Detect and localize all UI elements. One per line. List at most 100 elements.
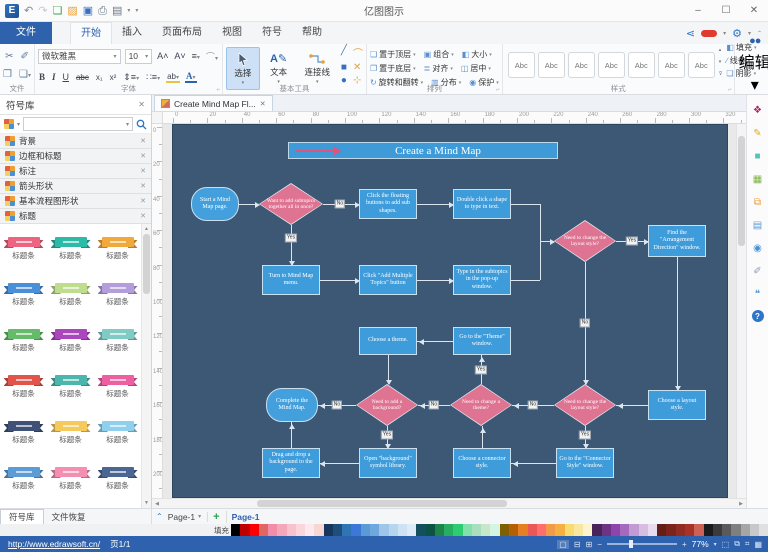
layers-icon[interactable]: ⧉: [751, 195, 765, 209]
flowchart-node-decision[interactable]: Need to add a background?: [356, 384, 418, 426]
panel-tab-file-recovery[interactable]: 文件恢复: [44, 509, 94, 524]
flowchart-node-process[interactable]: Choose a theme.: [359, 327, 417, 355]
symbol-item[interactable]: 标题条: [0, 410, 47, 456]
pan-icon[interactable]: ⌗: [745, 539, 750, 549]
comment-icon[interactable]: ❝: [751, 287, 765, 301]
fill-style-icon[interactable]: ■: [751, 149, 765, 163]
color-swatch[interactable]: [305, 524, 315, 536]
color-swatch[interactable]: [453, 524, 463, 536]
fit-page-icon[interactable]: ⬚: [722, 540, 730, 549]
gear-icon[interactable]: ⚙: [732, 27, 742, 40]
color-swatch[interactable]: [685, 524, 695, 536]
color-swatch[interactable]: [749, 524, 760, 536]
library-close-icon[interactable]: ✕: [140, 137, 146, 145]
color-swatch[interactable]: [657, 524, 667, 536]
color-swatch[interactable]: [231, 524, 241, 536]
page-tab[interactable]: Page-1: [232, 512, 260, 522]
tab-view[interactable]: 视图: [212, 22, 252, 44]
page-selector[interactable]: Page-1 ▾: [168, 511, 209, 522]
document-close-icon[interactable]: ✕: [260, 100, 266, 108]
grow-font-icon[interactable]: A˄: [156, 51, 169, 61]
symbol-item[interactable]: 标题条: [47, 318, 94, 364]
horizontal-scrollbar[interactable]: ◀ ▶: [152, 498, 746, 508]
panel-scrollbar[interactable]: ▲ ▼: [141, 224, 151, 508]
color-swatch[interactable]: [564, 524, 574, 536]
open-file-icon[interactable]: ▨: [67, 4, 77, 18]
file-menu-button[interactable]: 文件: [0, 22, 52, 44]
color-swatch[interactable]: [351, 524, 361, 536]
zoom-level[interactable]: 77%: [692, 539, 709, 549]
color-swatch[interactable]: [323, 524, 333, 536]
library-close-icon[interactable]: ✕: [140, 152, 146, 160]
style-preset-1[interactable]: Abc: [507, 52, 535, 78]
subscript-icon[interactable]: x₁: [95, 73, 104, 82]
color-swatch[interactable]: [527, 524, 537, 536]
edit-button[interactable]: ●● 编辑 ▾: [738, 35, 768, 94]
symbol-item[interactable]: 标题条: [0, 318, 47, 364]
flowchart-title-banner[interactable]: Create a Mind Map: [288, 142, 558, 159]
reading-view-icon[interactable]: ⊟: [574, 540, 581, 549]
symbol-item[interactable]: 标题条: [94, 226, 141, 272]
library-manager-icon[interactable]: [4, 119, 14, 129]
style-preset-4[interactable]: Abc: [597, 52, 625, 78]
symbol-item[interactable]: 标题条: [0, 456, 47, 502]
color-swatch[interactable]: [258, 524, 269, 536]
edrawsoft-link[interactable]: http://www.edrawsoft.cn/: [8, 539, 100, 549]
symbol-search-input[interactable]: ▾: [23, 117, 133, 131]
flowchart-node-process[interactable]: Turn to Mind Map menu.: [262, 265, 320, 295]
symbol-item[interactable]: 标题条: [94, 272, 141, 318]
zoom-in-icon[interactable]: +: [682, 540, 687, 549]
paste-icon[interactable]: ❏▾: [19, 69, 31, 80]
tab-page-layout[interactable]: 页面布局: [152, 22, 212, 44]
minimize-button[interactable]: –: [684, 0, 712, 21]
style-preset-7[interactable]: Abc: [687, 52, 715, 78]
new-file-icon[interactable]: ❏: [52, 4, 62, 18]
normal-view-icon[interactable]: ▢: [557, 539, 569, 549]
curve-tool-icon[interactable]: ⌒: [353, 45, 363, 60]
color-swatch[interactable]: [332, 524, 343, 536]
color-swatch[interactable]: [314, 524, 324, 536]
arrange-center-button[interactable]: ◫ 居中 ▾: [461, 62, 491, 75]
gallery-more-icon[interactable]: ⊽: [719, 71, 723, 77]
zoom-dropdown-icon[interactable]: ▾: [714, 541, 717, 548]
symbol-item[interactable]: 标题条: [94, 410, 141, 456]
color-swatch[interactable]: [573, 524, 584, 536]
pagebar-collapse-icon[interactable]: ⌃: [156, 512, 163, 521]
add-page-button[interactable]: +: [213, 510, 227, 523]
color-swatch[interactable]: [703, 524, 713, 536]
library-row[interactable]: 基本流程图形状 ✕: [0, 194, 151, 209]
cut-icon[interactable]: ✂: [5, 51, 13, 62]
color-swatch[interactable]: [731, 524, 741, 536]
tab-help[interactable]: 帮助: [292, 22, 332, 44]
flowchart-connector[interactable]: [291, 225, 292, 265]
color-swatch[interactable]: [462, 524, 472, 536]
superscript-icon[interactable]: x²: [109, 73, 118, 82]
flowchart-node-process[interactable]: Go to the "Theme" window.: [453, 327, 511, 355]
tab-insert[interactable]: 插入: [112, 22, 152, 44]
style-preset-5[interactable]: Abc: [627, 52, 655, 78]
color-swatch[interactable]: [620, 524, 630, 536]
gallery-up-icon[interactable]: ▴: [719, 47, 723, 53]
flowchart-node-process[interactable]: Double click a shape to type in text.: [453, 189, 511, 219]
library-dropdown-icon[interactable]: ▾: [17, 121, 20, 128]
color-swatch[interactable]: [518, 524, 528, 536]
color-swatch[interactable]: [388, 524, 398, 536]
arrange-align-button[interactable]: ≣ 对齐 ▾: [424, 62, 453, 75]
font-color-icon[interactable]: A▾: [185, 71, 197, 83]
flowchart-node-process[interactable]: Find the "Arrangement Direction" window.: [648, 225, 706, 257]
library-row[interactable]: 标题 ✕: [0, 209, 151, 224]
flowchart-connector[interactable]: [540, 204, 541, 280]
style-preset-3[interactable]: Abc: [567, 52, 595, 78]
color-swatch[interactable]: [277, 524, 287, 536]
color-swatch[interactable]: [722, 524, 732, 536]
picture-icon[interactable]: ▦: [751, 172, 765, 186]
library-close-icon[interactable]: ✕: [140, 167, 146, 175]
font-name-select[interactable]: 微软雅黑 ▾: [37, 48, 121, 64]
line-spacing-icon[interactable]: ⇕≡▾: [122, 72, 140, 83]
symbol-item[interactable]: 标题条: [0, 226, 47, 272]
app-logo-icon[interactable]: E: [5, 3, 19, 18]
close-button[interactable]: ✕: [740, 0, 768, 21]
help-icon[interactable]: ?: [751, 310, 764, 322]
flowchart-connector[interactable]: [511, 280, 540, 281]
flowchart-node-process[interactable]: Choose a layout style.: [648, 390, 706, 420]
